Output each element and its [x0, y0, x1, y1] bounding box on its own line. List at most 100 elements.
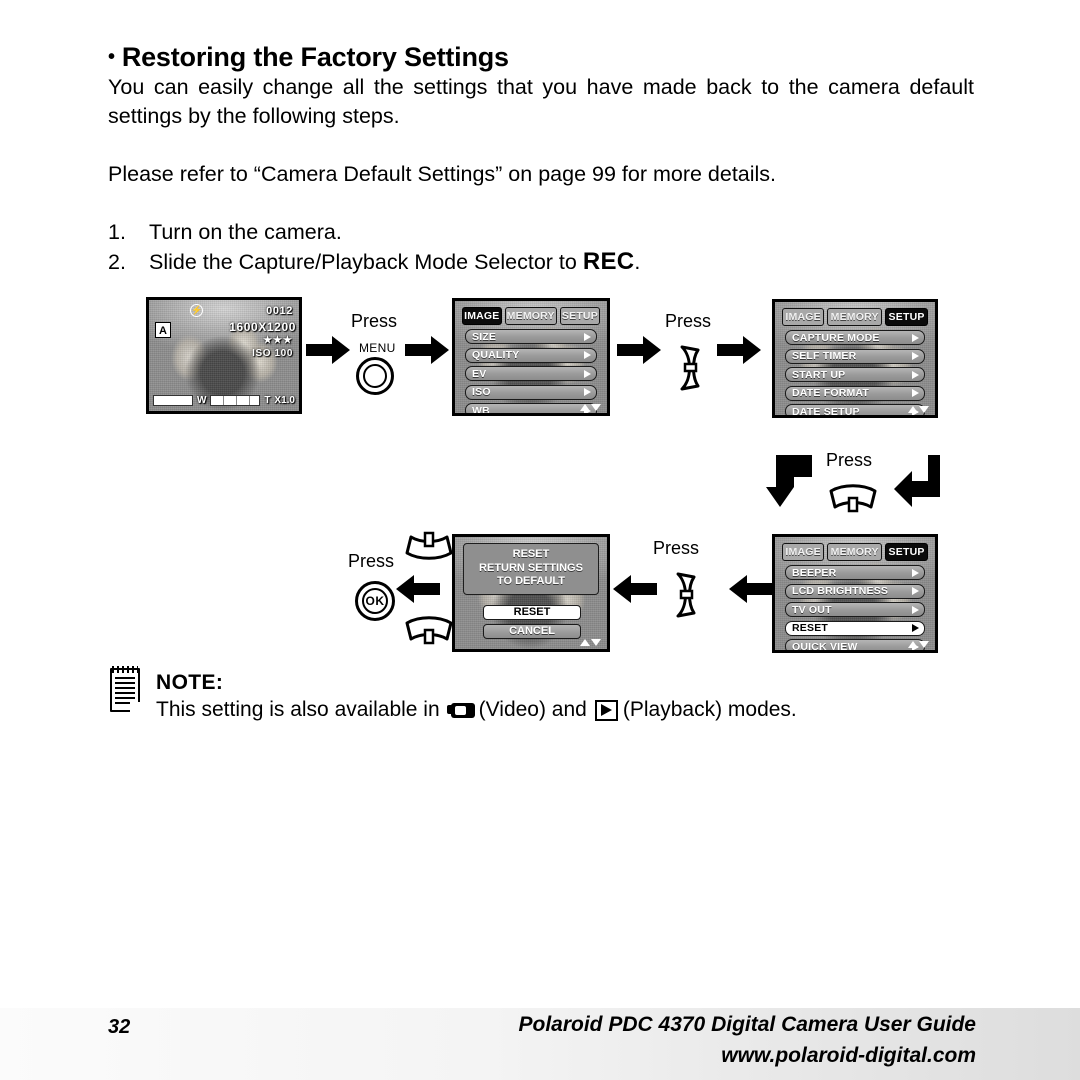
menu-item-start-up[interactable]: START UP	[785, 367, 925, 382]
scroll-down-icon	[591, 404, 601, 411]
menu-item-label: CAPTURE MODE	[792, 331, 880, 344]
menu-item-tv-out[interactable]: TV OUT	[785, 602, 925, 617]
tab-setup[interactable]: SETUP	[559, 307, 601, 325]
step-emphasis-rec: REC	[582, 248, 635, 275]
menu-item-label: QUICK VIEW	[792, 640, 858, 653]
menu-item-beeper[interactable]: BEEPER	[785, 565, 925, 580]
ok-button[interactable]: OK	[355, 581, 395, 621]
document-page: • Restoring the Factory Settings You can …	[0, 0, 1080, 1080]
zoom-wide-label: W	[197, 395, 207, 406]
video-body	[450, 702, 475, 718]
menu-item-reset[interactable]: RESET	[785, 620, 925, 636]
zoom-bar: W T X1.0	[153, 394, 295, 407]
menu-item-label: EV	[472, 367, 487, 380]
right-button-icon[interactable]	[668, 572, 702, 618]
menu-item-label: DATE FORMAT	[792, 387, 870, 399]
menu-item-size[interactable]: SIZE	[465, 329, 597, 344]
tab-image[interactable]: IMAGE	[782, 308, 825, 326]
image-menu-screen[interactable]: IMAGE MEMORY SETUP SIZE QUALITY EV ISO W…	[452, 298, 610, 416]
footer-url: www.polaroid-digital.com	[721, 1044, 976, 1067]
menu-tabs: IMAGE MEMORY SETUP	[782, 543, 928, 561]
step-number: 1.	[108, 220, 126, 244]
menu-item-label: LCD BRIGHTNESS	[792, 585, 889, 597]
scroll-indicator	[580, 404, 601, 411]
reset-cancel-button[interactable]: CANCEL	[483, 624, 581, 639]
scroll-indicator	[908, 406, 929, 413]
notepad-corner	[130, 702, 140, 712]
battery-indicator	[153, 395, 193, 406]
menu-item-quality[interactable]: QUALITY	[465, 347, 597, 363]
setup-menu-2-content: IMAGE MEMORY SETUP BEEPER LCD BRIGHTNESS…	[775, 537, 935, 650]
setup-menu-screen-1[interactable]: IMAGE MEMORY SETUP CAPTURE MODE SELF TIM…	[772, 299, 938, 418]
reset-dialog-screen[interactable]: RESET RETURN SETTINGS TO DEFAULT RESET C…	[452, 534, 610, 652]
menu-item-lcd-brightness[interactable]: LCD BRIGHTNESS	[785, 583, 925, 599]
note-title: NOTE:	[156, 671, 224, 694]
tab-image[interactable]: IMAGE	[782, 543, 825, 561]
menu-item-label: START UP	[792, 368, 846, 381]
zoom-factor-label: X1.0	[274, 395, 295, 406]
chevron-right-icon	[912, 587, 919, 595]
menu-item-label: QUALITY	[472, 349, 520, 361]
menu-item-label: ISO	[472, 386, 491, 398]
menu-item-label: SIZE	[472, 330, 497, 343]
tab-setup[interactable]: SETUP	[885, 308, 928, 326]
page-title-text: Restoring the Factory Settings	[121, 42, 509, 72]
setup-menu-screen-2[interactable]: IMAGE MEMORY SETUP BEEPER LCD BRIGHTNESS…	[772, 534, 938, 653]
image-menu-items: SIZE QUALITY EV ISO WB	[462, 329, 600, 416]
menu-item-label: WB	[472, 404, 490, 416]
zoom-tele-label: T	[264, 395, 271, 406]
scroll-down-icon	[919, 406, 929, 413]
note-text-before: This setting is also available in	[156, 698, 440, 721]
menu-item-ev[interactable]: EV	[465, 366, 597, 381]
press-label-menu: Press	[351, 311, 398, 331]
menu-item-capture-mode[interactable]: CAPTURE MODE	[785, 330, 925, 345]
scroll-up-icon	[908, 406, 918, 413]
bullet-icon: •	[108, 46, 115, 68]
menu-item-label: SELF TIMER	[792, 350, 857, 362]
step-text-before: Slide the Capture/Playback Mode Selector…	[149, 250, 583, 274]
right-arrow-icon	[405, 336, 449, 364]
scroll-up-icon	[580, 639, 590, 646]
chevron-right-icon	[912, 624, 919, 632]
menu-item-date-format[interactable]: DATE FORMAT	[785, 385, 925, 401]
tab-memory[interactable]: MEMORY	[827, 543, 883, 561]
tab-memory[interactable]: MEMORY	[504, 307, 557, 325]
menu-item-label: DATE SETUP	[792, 405, 860, 418]
note-playback-label: (Playback) modes.	[622, 698, 797, 721]
menu-item-date-setup[interactable]: DATE SETUP	[785, 404, 925, 418]
down-button-icon[interactable]	[829, 484, 877, 517]
chevron-right-icon	[912, 370, 919, 379]
down-button-icon[interactable]	[405, 616, 453, 649]
menu-item-iso[interactable]: ISO	[465, 384, 597, 400]
chevron-right-icon	[584, 388, 591, 396]
chevron-right-icon	[584, 351, 591, 359]
chevron-right-icon	[584, 332, 591, 341]
scroll-indicator	[908, 641, 929, 648]
step-number: 2.	[108, 250, 126, 274]
bent-left-arrow-icon	[894, 455, 940, 507]
menu-item-self-timer[interactable]: SELF TIMER	[785, 348, 925, 364]
setup-menu-2-items: BEEPER LCD BRIGHTNESS TV OUT RESET QUICK…	[782, 565, 928, 653]
tab-image[interactable]: IMAGE	[462, 307, 502, 325]
auto-mode-icon: A	[155, 322, 171, 338]
reset-confirm-button[interactable]: RESET	[483, 605, 581, 620]
page-title: • Restoring the Factory Settings	[108, 42, 509, 73]
left-arrow-icon	[729, 575, 773, 603]
tab-setup[interactable]: SETUP	[885, 543, 928, 561]
menu-item-quick-view[interactable]: QUICK VIEW	[785, 639, 925, 653]
right-button-icon[interactable]	[672, 345, 706, 391]
reset-dialog-message-2: TO DEFAULT	[496, 575, 566, 587]
menu-item-label: BEEPER	[792, 566, 837, 579]
menu-item-wb[interactable]: WB	[465, 403, 597, 416]
menu-button[interactable]	[356, 357, 394, 395]
scroll-indicator	[580, 639, 601, 646]
menu-tabs: IMAGE MEMORY SETUP	[782, 308, 928, 326]
press-label-ok: Press	[348, 551, 395, 571]
frame-count-osd: 0012	[266, 305, 293, 317]
scroll-down-icon	[591, 639, 601, 646]
tab-memory[interactable]: MEMORY	[827, 308, 883, 326]
setup-menu-1-content: IMAGE MEMORY SETUP CAPTURE MODE SELF TIM…	[775, 302, 935, 415]
reset-dialog-title: RESET	[512, 548, 550, 560]
step-item-2: 2. Slide the Capture/Playback Mode Selec…	[108, 247, 988, 277]
up-button-icon[interactable]	[405, 527, 453, 560]
